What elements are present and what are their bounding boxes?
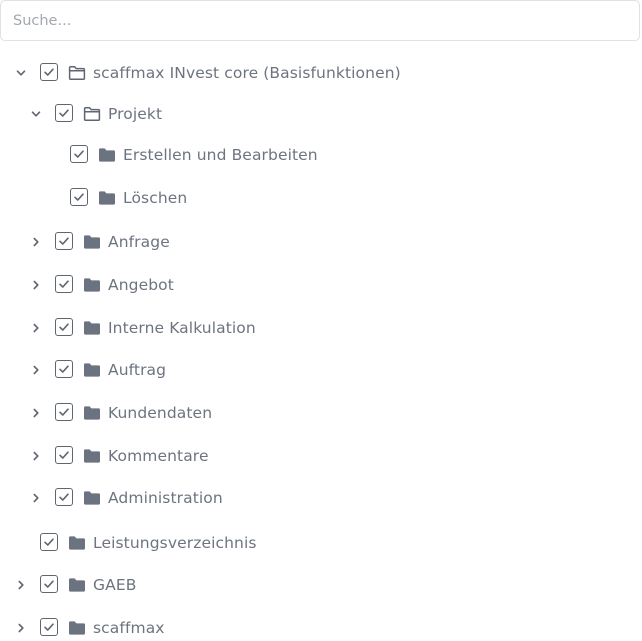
checkmark-icon <box>58 235 70 247</box>
folder-icon <box>83 277 101 293</box>
folder-icon <box>68 620 86 636</box>
tree-node[interactable]: Erstellen und Bearbeiten <box>0 142 640 168</box>
folder-open-icon <box>83 106 101 122</box>
checkbox[interactable] <box>70 145 88 163</box>
tree-node[interactable]: Leistungsverzeichnis <box>0 530 640 556</box>
tree-node-label: Auftrag <box>108 361 167 379</box>
tree-node[interactable]: Kommentare <box>0 443 640 469</box>
folder-icon <box>83 320 101 336</box>
checkmark-icon <box>43 66 55 78</box>
checkbox[interactable] <box>40 575 58 593</box>
chevron-right-icon[interactable] <box>30 236 42 248</box>
checkbox[interactable] <box>70 188 88 206</box>
checkmark-icon <box>43 621 55 633</box>
tree-node-label: Kommentare <box>108 447 209 465</box>
checkbox[interactable] <box>55 488 73 506</box>
checkmark-icon <box>73 191 85 203</box>
checkmark-icon <box>58 491 70 503</box>
chevron-right-icon[interactable] <box>30 492 42 504</box>
checkmark-icon <box>58 278 70 290</box>
checkbox[interactable] <box>40 618 58 636</box>
chevron-right-icon[interactable] <box>15 579 27 591</box>
checkmark-icon <box>58 449 70 461</box>
tree-node-label: Angebot <box>108 276 174 294</box>
checkmark-icon <box>73 148 85 160</box>
tree-node[interactable]: scaffmax INvest core (Basisfunktionen) <box>0 60 640 86</box>
folder-icon <box>98 190 116 206</box>
tree-node-label: Anfrage <box>108 233 170 251</box>
chevron-right-icon[interactable] <box>30 322 42 334</box>
chevron-right-icon[interactable] <box>30 364 42 376</box>
checkmark-icon <box>58 406 70 418</box>
permission-tree: scaffmax INvest core (Basisfunktionen) Pr… <box>0 0 642 639</box>
checkmark-icon <box>58 321 70 333</box>
checkbox[interactable] <box>55 403 73 421</box>
chevron-down-icon[interactable] <box>15 67 27 79</box>
tree-node-label: Kundendaten <box>108 404 213 422</box>
chevron-down-icon[interactable] <box>30 108 42 120</box>
tree-node-label: Administration <box>108 489 223 507</box>
chevron-right-icon[interactable] <box>15 622 27 634</box>
folder-icon <box>83 362 101 378</box>
checkbox[interactable] <box>55 275 73 293</box>
tree-node-label: Löschen <box>123 189 188 207</box>
tree-node-label: Erstellen und Bearbeiten <box>123 146 318 164</box>
tree-node[interactable]: Projekt <box>0 101 640 127</box>
tree-node-label: Interne Kalkulation <box>108 319 256 337</box>
checkbox[interactable] <box>55 232 73 250</box>
tree-node[interactable]: Auftrag <box>0 357 640 383</box>
tree-node[interactable]: Anfrage <box>0 229 640 255</box>
checkbox[interactable] <box>55 446 73 464</box>
tree-node-label: scaffmax INvest core (Basisfunktionen) <box>93 64 401 82</box>
tree-node-label: Leistungsverzeichnis <box>93 534 257 552</box>
tree-node[interactable]: scaffmax <box>0 615 640 641</box>
chevron-right-icon[interactable] <box>30 450 42 462</box>
chevron-right-icon[interactable] <box>30 279 42 291</box>
tree-node[interactable]: Löschen <box>0 185 640 211</box>
folder-icon <box>83 490 101 506</box>
tree-node-label: scaffmax <box>93 619 165 637</box>
folder-icon <box>68 577 86 593</box>
checkmark-icon <box>43 578 55 590</box>
folder-icon <box>83 234 101 250</box>
tree-node[interactable]: Kundendaten <box>0 400 640 426</box>
folder-icon <box>68 535 86 551</box>
tree-node[interactable]: GAEB <box>0 572 640 598</box>
folder-open-icon <box>68 65 86 81</box>
tree-node-label: Projekt <box>108 105 163 123</box>
tree-node[interactable]: Interne Kalkulation <box>0 315 640 341</box>
checkbox[interactable] <box>55 318 73 336</box>
folder-icon <box>83 405 101 421</box>
tree-node[interactable]: Administration <box>0 485 640 511</box>
chevron-right-icon[interactable] <box>30 407 42 419</box>
checkmark-icon <box>43 536 55 548</box>
checkbox[interactable] <box>40 533 58 551</box>
checkmark-icon <box>58 363 70 375</box>
checkmark-icon <box>58 107 70 119</box>
folder-icon <box>98 147 116 163</box>
checkbox[interactable] <box>40 63 58 81</box>
tree-node[interactable]: Angebot <box>0 272 640 298</box>
checkbox[interactable] <box>55 360 73 378</box>
folder-icon <box>83 448 101 464</box>
checkbox[interactable] <box>55 104 73 122</box>
tree-node-label: GAEB <box>93 576 137 594</box>
